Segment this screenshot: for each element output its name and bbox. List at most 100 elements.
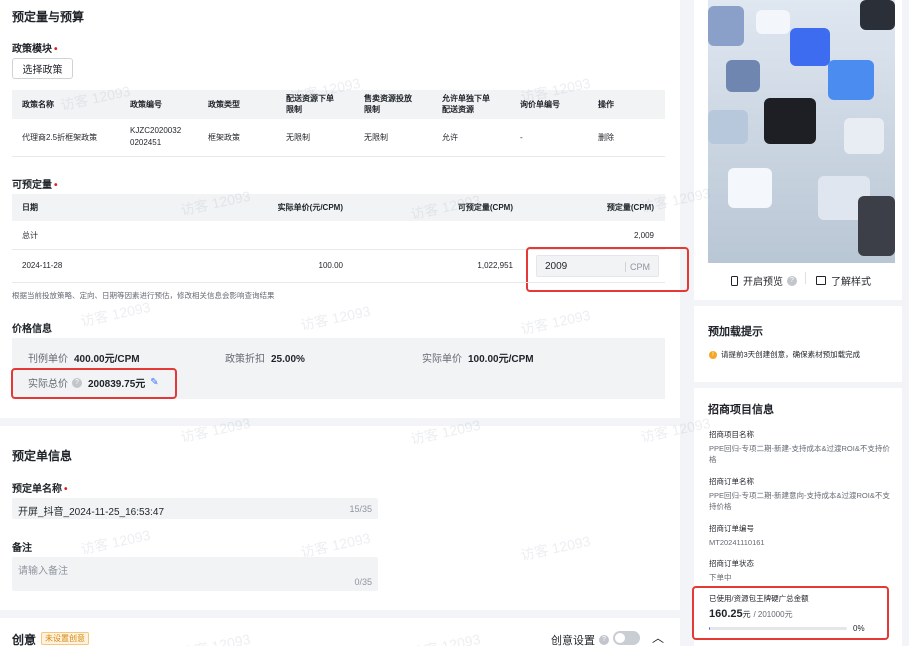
reserve-row-date: 2024-11-28 [22,261,63,270]
preview-tile [756,10,790,34]
policy-th-delivery-limit: 配送资源下单 限制 [286,94,334,114]
preload-text: 请提前3天创建创意，确保素材预加载完成 [721,350,861,359]
highlight-total-price [11,368,177,399]
preload-tip: ! 请提前3天创建创意，确保素材预加载完成 [709,349,860,360]
policy-th-code: 政策编号 [130,100,162,109]
policy-cell-type: 框架政策 [208,133,240,142]
reserve-row-unit-price: 100.00 [318,261,343,270]
policy-th-allow-separate: 允许单独下单 配送资源 [442,94,490,114]
preview-tile [708,6,744,46]
preview-button[interactable]: 开启预览 ? [731,273,797,288]
section-title-creative: 创意 [12,633,37,646]
reserve-th-available: 可预定量(CPM) [457,203,513,212]
actual-unit-label: 实际单价 [422,354,462,365]
preview-image [708,0,895,263]
policy-cell-delivery-limit: 无限制 [286,133,310,142]
project-name-value: PPE回归-专项二期-新建-支持成本&过渡ROI&不支持价格 [709,444,890,464]
preview-tile [728,168,772,208]
order-status-value: 下单中 [709,573,732,582]
list-price-value: 400.00元/CPM [74,354,140,365]
policy-module-label: 政策模块 • [12,40,58,55]
preview-tile [764,98,816,144]
phone-icon [731,275,738,286]
reservable-label: 可预定量 • [12,176,58,191]
preload-card [694,306,902,382]
order-name-label: 预定单名称 • [12,480,68,495]
order-name-label-text: 预定单名称 [12,484,62,495]
discount-label: 政策折扣 [225,354,265,365]
reservable-label-text: 可预定量 [12,180,52,191]
learn-style-label: 了解样式 [831,277,871,288]
learn-style-button[interactable]: 了解样式 [816,273,871,288]
policy-table-header [12,90,665,119]
policy-discount: 政策折扣 25.00% [225,350,305,365]
order-name-value-side: PPE回归-专项二期-新建意向-支持成本&过渡ROI&不支持价格 [709,491,890,511]
list-price-label: 刊例单价 [28,354,68,365]
chevron-up-icon[interactable]: ︿ [652,629,664,646]
reserve-row-available: 1,022,951 [477,261,513,270]
order-name-label-side: 招商订单名称 [709,477,754,486]
project-name-label: 招商项目名称 [709,430,754,439]
reserve-th-reserve: 预定量(CPM) [606,203,654,212]
actual-unit-value: 100.00元/CPM [468,354,534,365]
preview-tile [844,118,884,154]
no-creative-tag: 未设置创意 [41,632,89,645]
policy-cell-name: 代理商2.5折框架政策 [22,133,98,142]
reserve-total-value: 2,009 [633,231,654,240]
preview-tile [726,60,760,92]
policy-th-type: 政策类型 [208,100,240,109]
note-counter: 0/35 [354,577,372,587]
creative-setting: 创意设置 ? [551,632,609,646]
policy-row-divider [12,156,665,157]
order-no-label: 招商订单编号 [709,524,754,533]
preload-title: 预加载提示 [708,326,763,338]
merchant-title: 招商项目信息 [708,404,774,416]
preview-tile [858,196,895,256]
preview-tile [790,28,830,66]
section-title-order: 预定单信息 [12,449,73,463]
reserve-total-label: 总计 [22,231,38,240]
creative-setting-toggle[interactable] [613,631,640,645]
highlight-reserve-input [526,247,689,292]
policy-module-label-text: 政策模块 [12,44,52,55]
policy-th-inquiry: 询价单编号 [520,100,560,109]
order-no-value: MT20241110161 [709,538,765,547]
highlight-usage [692,586,889,640]
reserve-row-divider-2 [12,282,665,283]
order-status-label: 招商订单状态 [709,559,754,568]
preview-tile [860,0,895,30]
creative-setting-label: 创意设置 [551,635,595,646]
order-name-value: 开屏_抖音_2024-11-25_16:53:47 [18,507,165,518]
required-mark: • [54,44,58,55]
note-placeholder: 请输入备注 [18,566,68,577]
policy-delete-link[interactable]: 删除 [598,132,614,144]
policy-cell-allow: 允许 [442,133,458,142]
order-name-counter: 15/35 [349,504,372,514]
note-textarea[interactable]: 请输入备注 0/35 [12,557,378,591]
select-policy-button[interactable]: 选择政策 [12,58,73,79]
policy-cell-inquiry: - [520,133,523,142]
help-icon[interactable]: ? [787,275,797,286]
section-title-reserve: 预定量与预算 [12,10,85,24]
divider [805,272,806,284]
order-name-input[interactable]: 开屏_抖音_2024-11-25_16:53:47 15/35 [12,498,378,519]
price-info-label: 价格信息 [12,324,52,335]
discount-value: 25.00% [271,354,305,365]
policy-th-name: 政策名称 [22,100,54,109]
preview-tile [708,110,748,144]
note-label: 备注 [12,543,32,554]
reserve-th-date: 日期 [22,203,38,212]
required-mark: • [64,484,68,495]
preview-tile [828,60,874,100]
policy-th-sale-limit: 售卖资源投放 限制 [364,94,412,114]
layout-icon [816,276,826,285]
estimate-hint: 根据当前投放策略、定向、日期等因素进行预估，修改相关信息会影响查询结果 [12,291,275,300]
actual-unit-price: 实际单价 100.00元/CPM [422,350,534,365]
help-icon[interactable]: ? [599,635,609,645]
policy-th-action: 操作 [598,100,614,109]
list-price: 刊例单价 400.00元/CPM [28,350,140,365]
required-mark: • [54,180,58,191]
policy-cell-code: KJZC2020032 0202451 [130,126,182,147]
policy-cell-sale-limit: 无限制 [364,133,388,142]
preview-button-label: 开启预览 [743,277,783,288]
